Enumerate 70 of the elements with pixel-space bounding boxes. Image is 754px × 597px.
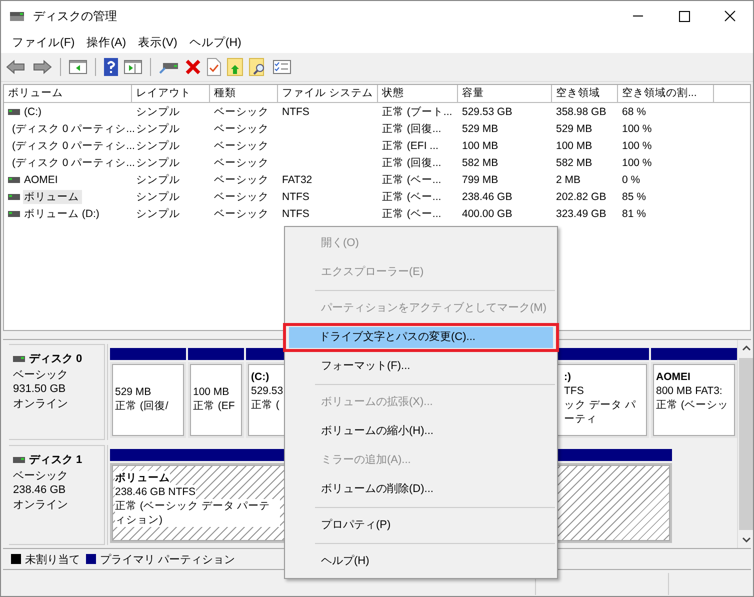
table-cell-text: ベーシック	[213, 190, 270, 204]
table-cell-text: シンプル	[135, 206, 181, 220]
table-cell-text: ベーシック	[213, 138, 270, 152]
table-cell-text: シンプル	[135, 190, 181, 204]
partition-text: 529 MB	[115, 385, 152, 399]
table-cell-text: 529 MB	[461, 122, 500, 134]
partition-text: 800 MB FAT3:	[656, 384, 722, 398]
partition-text: AOMEI	[656, 370, 690, 384]
partition-text: :)	[564, 370, 571, 384]
window-title: ディスクの管理	[33, 8, 118, 25]
table-cell-text: 238.46 GB	[461, 190, 514, 202]
table-cell-text: ベーシック	[213, 172, 270, 186]
table-cell-text: NTFS	[281, 190, 310, 202]
table-cell-text: FAT32	[281, 174, 314, 186]
table-cell-text: 358.98 GB	[555, 106, 608, 118]
table-cell-text: 799 MB	[461, 174, 500, 186]
partition-text: 正常 (ベーシッ	[656, 398, 728, 412]
table-cell-text: 正常 (EFI ...	[381, 138, 440, 152]
table-cell-text: 100 %	[621, 156, 653, 168]
table-cell-text: 529.53 GB	[461, 106, 514, 118]
disk-status: オンライン	[13, 498, 69, 512]
table-cell-text: NTFS	[281, 106, 310, 118]
table-cell-text: 正常 (回復...	[381, 156, 442, 170]
partition-text: 正常 (	[251, 398, 280, 412]
table-cell-text: 529 MB	[555, 122, 594, 134]
table-cell-text: シンプル	[135, 172, 181, 186]
disk-name: ディスク 0	[29, 352, 82, 366]
table-cell-text: ベーシック	[213, 206, 270, 220]
table-cell-text: 323.49 GB	[555, 208, 608, 220]
disk-size: 931.50 GB	[13, 383, 67, 395]
table-cell-text: 582 MB	[555, 156, 594, 168]
table-cell-text: 81 %	[621, 208, 647, 220]
table-cell-text: 100 %	[621, 140, 653, 152]
partition-text: 238.46 GB NTFS	[115, 485, 196, 499]
disk-status: オンライン	[13, 397, 69, 411]
table-cell-text: 202.82 GB	[555, 190, 608, 202]
table-cell-text: 正常 (ベー...	[381, 190, 442, 204]
table-cell-text: 100 %	[621, 122, 653, 134]
disk-type: ベーシック	[13, 469, 69, 483]
table-cell-text: ベーシック	[213, 104, 270, 118]
partition-text: (C:)	[251, 370, 270, 384]
partition-text: TFS	[564, 384, 584, 398]
partition-text: 529.53	[251, 384, 284, 398]
table-cell-text: 85 %	[621, 190, 647, 202]
legend-label: プライマリ パーティション	[100, 552, 236, 566]
disk-name: ディスク 1	[29, 453, 82, 467]
table-cell-text: NTFS	[281, 208, 310, 220]
disk-size: 238.46 GB	[13, 484, 67, 496]
partition-text: ック データ パーティ	[564, 398, 637, 426]
table-cell-text: 400.00 GB	[461, 208, 514, 220]
table-cell-text: 正常 (ベー...	[381, 172, 442, 186]
table-cell-text: 正常 (ブート...	[381, 104, 454, 118]
disk-type: ベーシック	[13, 368, 69, 382]
partition-text: 正常 (回復/	[115, 399, 168, 413]
table-cell-text: 100 MB	[555, 140, 594, 152]
table-cell-text: シンプル	[135, 104, 181, 118]
partition-text: 正常 (ベーシック データ パーティション)	[115, 499, 280, 527]
table-cell-text: 2 MB	[555, 174, 582, 186]
table-cell-text: 0 %	[621, 174, 642, 186]
table-cell-text: 正常 (回復...	[381, 122, 442, 136]
table-cell-text: 正常 (ベー...	[381, 206, 442, 220]
table-cell-text: 100 MB	[461, 140, 500, 152]
partition-text: ボリューム	[115, 471, 170, 485]
legend-label: 未割り当て	[25, 552, 80, 566]
table-cell-text: 582 MB	[461, 156, 500, 168]
partition-text: 正常 (EF	[193, 399, 235, 413]
table-cell-text: ベーシック	[213, 156, 270, 170]
table-cell-text: 68 %	[621, 106, 647, 118]
partition-text: 100 MB	[193, 385, 230, 399]
table-cell-text: ベーシック	[213, 122, 270, 136]
